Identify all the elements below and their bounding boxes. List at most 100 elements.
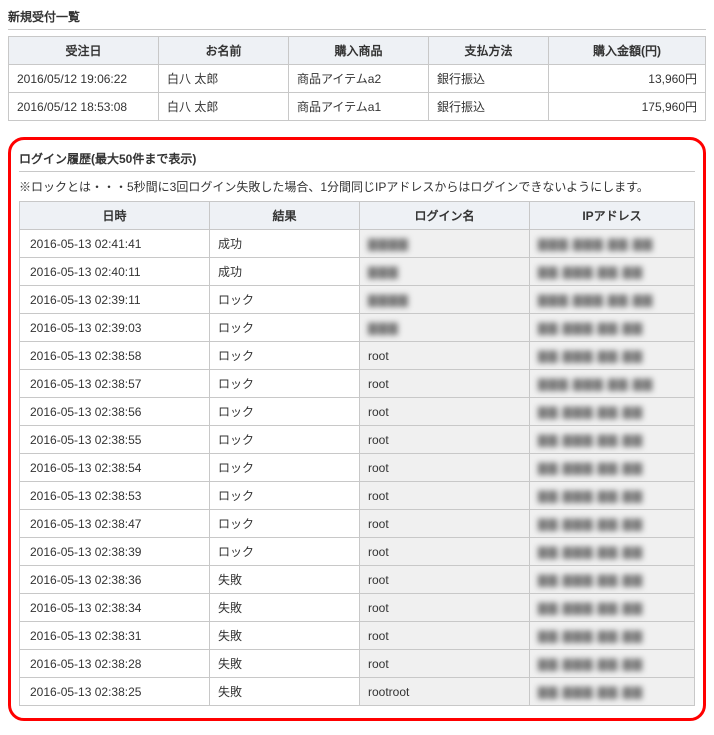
login-col-datetime: 日時 bbox=[20, 202, 210, 230]
login-cell-result: ロック bbox=[210, 370, 360, 398]
table-row: 2016-05-13 02:38:28失敗root ▇▇.▇▇▇.▇▇.▇▇ bbox=[20, 650, 695, 678]
login-cell-ip: ▇▇.▇▇▇.▇▇.▇▇ bbox=[530, 594, 695, 622]
masked-text: ▇▇▇▇ bbox=[368, 237, 409, 251]
login-cell-datetime: 2016-05-13 02:38:28 bbox=[20, 650, 210, 678]
login-cell-ip: ▇▇.▇▇▇.▇▇.▇▇ bbox=[530, 314, 695, 342]
login-cell-login: rootroot bbox=[360, 678, 530, 706]
login-cell-login: root bbox=[360, 538, 530, 566]
orders-tbody: 2016/05/12 19:06:22白八 太郎商品アイテムa2銀行振込13,9… bbox=[9, 65, 706, 121]
login-cell-login: root bbox=[360, 594, 530, 622]
table-row: 2016-05-13 02:40:11成功 ▇▇▇ ▇▇.▇▇▇.▇▇.▇▇ bbox=[20, 258, 695, 286]
login-cell-result: 失敗 bbox=[210, 566, 360, 594]
table-row: 2016-05-13 02:38:53ロックroot▇▇.▇▇▇.▇▇.▇▇ bbox=[20, 482, 695, 510]
login-cell-login: root bbox=[360, 482, 530, 510]
login-cell-login: ▇▇▇ bbox=[360, 258, 530, 286]
login-cell-ip: ▇▇.▇▇▇.▇▇.▇▇ bbox=[530, 482, 695, 510]
login-cell-datetime: 2016-05-13 02:38:58 bbox=[20, 342, 210, 370]
table-row: 2016-05-13 02:38:31失敗root ▇▇.▇▇▇.▇▇.▇▇ bbox=[20, 622, 695, 650]
login-cell-datetime: 2016-05-13 02:38:55 bbox=[20, 426, 210, 454]
masked-text: ▇▇▇▇ bbox=[368, 293, 409, 307]
login-cell-datetime: 2016-05-13 02:38:39 bbox=[20, 538, 210, 566]
login-cell-login: ▇▇▇▇ bbox=[360, 286, 530, 314]
login-cell-login: root bbox=[360, 510, 530, 538]
login-cell-datetime: 2016-05-13 02:41:41 bbox=[20, 230, 210, 258]
orders-col-product: 購入商品 bbox=[289, 37, 429, 65]
login-cell-datetime: 2016-05-13 02:40:11 bbox=[20, 258, 210, 286]
login-cell-ip: ▇▇.▇▇▇.▇▇.▇▇ bbox=[530, 454, 695, 482]
masked-text: ▇▇▇.▇▇▇.▇▇.▇▇ bbox=[538, 293, 653, 307]
orders-cell-amount: 175,960円 bbox=[549, 93, 706, 121]
login-cell-result: 失敗 bbox=[210, 622, 360, 650]
masked-text: ▇▇.▇▇▇.▇▇.▇▇ bbox=[538, 573, 643, 587]
masked-text: ▇▇.▇▇▇.▇▇.▇▇ bbox=[538, 321, 643, 335]
masked-text: ▇▇.▇▇▇.▇▇.▇▇ bbox=[538, 657, 643, 671]
masked-text: ▇▇.▇▇▇.▇▇.▇▇ bbox=[538, 545, 643, 559]
login-cell-login: ▇▇▇ bbox=[360, 314, 530, 342]
login-cell-login: root bbox=[360, 398, 530, 426]
login-cell-datetime: 2016-05-13 02:38:25 bbox=[20, 678, 210, 706]
masked-text: ▇▇▇ bbox=[368, 265, 399, 279]
login-header-row: 日時 結果 ログイン名 IPアドレス bbox=[20, 202, 695, 230]
table-row: 2016-05-13 02:38:56ロックroot▇▇.▇▇▇.▇▇.▇▇ bbox=[20, 398, 695, 426]
orders-table: 受注日 お名前 購入商品 支払方法 購入金額(円) 2016/05/12 19:… bbox=[8, 36, 706, 121]
login-cell-login: root bbox=[360, 622, 530, 650]
table-row: 2016-05-13 02:38:39ロックroot ▇▇.▇▇▇.▇▇.▇▇ bbox=[20, 538, 695, 566]
orders-col-amount: 購入金額(円) bbox=[549, 37, 706, 65]
login-cell-result: 成功 bbox=[210, 230, 360, 258]
login-cell-result: ロック bbox=[210, 314, 360, 342]
masked-text: ▇▇▇ bbox=[368, 321, 399, 335]
orders-col-name: お名前 bbox=[159, 37, 289, 65]
login-cell-ip: ▇▇▇.▇▇▇.▇▇.▇▇ bbox=[530, 370, 695, 398]
login-cell-login: root bbox=[360, 426, 530, 454]
orders-cell-date: 2016/05/12 19:06:22 bbox=[9, 65, 159, 93]
login-cell-login: root bbox=[360, 650, 530, 678]
login-cell-ip: ▇▇.▇▇▇.▇▇.▇▇ bbox=[530, 342, 695, 370]
masked-text: ▇▇.▇▇▇.▇▇.▇▇ bbox=[538, 461, 643, 475]
login-cell-datetime: 2016-05-13 02:38:31 bbox=[20, 622, 210, 650]
table-row: 2016-05-13 02:38:58ロックroot▇▇.▇▇▇.▇▇.▇▇ bbox=[20, 342, 695, 370]
orders-cell-name: 白八 太郎 bbox=[159, 93, 289, 121]
login-section-title: ログイン履歴(最大50件まで表示) bbox=[19, 150, 695, 172]
login-cell-login: ▇▇▇▇ bbox=[360, 230, 530, 258]
masked-text: ▇▇.▇▇▇.▇▇.▇▇ bbox=[538, 517, 643, 531]
login-cell-login: root bbox=[360, 566, 530, 594]
login-cell-result: 失敗 bbox=[210, 650, 360, 678]
table-row: 2016-05-13 02:38:55ロックroot▇▇.▇▇▇.▇▇.▇▇ bbox=[20, 426, 695, 454]
login-cell-datetime: 2016-05-13 02:39:03 bbox=[20, 314, 210, 342]
login-cell-result: 成功 bbox=[210, 258, 360, 286]
masked-text: ▇▇.▇▇▇.▇▇.▇▇ bbox=[538, 405, 643, 419]
table-row: 2016-05-13 02:38:25失敗rootroot▇▇.▇▇▇.▇▇.▇… bbox=[20, 678, 695, 706]
login-cell-ip: ▇▇.▇▇▇.▇▇.▇▇ bbox=[530, 398, 695, 426]
masked-text: ▇▇.▇▇▇.▇▇.▇▇ bbox=[538, 433, 643, 447]
login-cell-login: root bbox=[360, 342, 530, 370]
login-history-frame: ログイン履歴(最大50件まで表示) ※ロックとは・・・5秒間に3回ログイン失敗し… bbox=[8, 137, 706, 721]
login-cell-result: ロック bbox=[210, 286, 360, 314]
login-cell-login: root bbox=[360, 370, 530, 398]
login-cell-ip: ▇▇.▇▇▇.▇▇.▇▇ bbox=[530, 650, 695, 678]
table-row: 2016-05-13 02:38:57ロックroot▇▇▇.▇▇▇.▇▇.▇▇ bbox=[20, 370, 695, 398]
orders-col-payment: 支払方法 bbox=[429, 37, 549, 65]
login-cell-datetime: 2016-05-13 02:38:53 bbox=[20, 482, 210, 510]
login-col-ip: IPアドレス bbox=[530, 202, 695, 230]
orders-col-date: 受注日 bbox=[9, 37, 159, 65]
login-cell-result: ロック bbox=[210, 538, 360, 566]
login-cell-ip: ▇▇.▇▇▇.▇▇.▇▇ bbox=[530, 258, 695, 286]
masked-text: ▇▇.▇▇▇.▇▇.▇▇ bbox=[538, 629, 643, 643]
orders-cell-amount: 13,960円 bbox=[549, 65, 706, 93]
table-row: 2016-05-13 02:38:36失敗root ▇▇.▇▇▇.▇▇.▇▇ bbox=[20, 566, 695, 594]
table-row: 2016-05-13 02:39:11ロック▇▇▇▇▇▇▇.▇▇▇.▇▇.▇▇ bbox=[20, 286, 695, 314]
login-cell-datetime: 2016-05-13 02:38:57 bbox=[20, 370, 210, 398]
table-row: 2016-05-13 02:41:41成功▇▇▇▇▇▇▇.▇▇▇.▇▇.▇▇ bbox=[20, 230, 695, 258]
login-cell-datetime: 2016-05-13 02:38:36 bbox=[20, 566, 210, 594]
login-cell-result: ロック bbox=[210, 482, 360, 510]
table-row: 2016-05-13 02:38:34失敗root▇▇.▇▇▇.▇▇.▇▇ bbox=[20, 594, 695, 622]
login-lock-note: ※ロックとは・・・5秒間に3回ログイン失敗した場合、1分間同じIPアドレスからは… bbox=[19, 178, 695, 195]
login-cell-result: 失敗 bbox=[210, 678, 360, 706]
login-cell-ip: ▇▇.▇▇▇.▇▇.▇▇ bbox=[530, 566, 695, 594]
table-row: 2016-05-13 02:39:03ロック ▇▇▇ ▇▇.▇▇▇.▇▇.▇▇ bbox=[20, 314, 695, 342]
login-tbody: 2016-05-13 02:41:41成功▇▇▇▇▇▇▇.▇▇▇.▇▇.▇▇20… bbox=[20, 230, 695, 706]
masked-text: ▇▇.▇▇▇.▇▇.▇▇ bbox=[538, 601, 643, 615]
login-cell-result: ロック bbox=[210, 398, 360, 426]
login-table: 日時 結果 ログイン名 IPアドレス 2016-05-13 02:41:41成功… bbox=[19, 201, 695, 706]
login-cell-result: ロック bbox=[210, 342, 360, 370]
